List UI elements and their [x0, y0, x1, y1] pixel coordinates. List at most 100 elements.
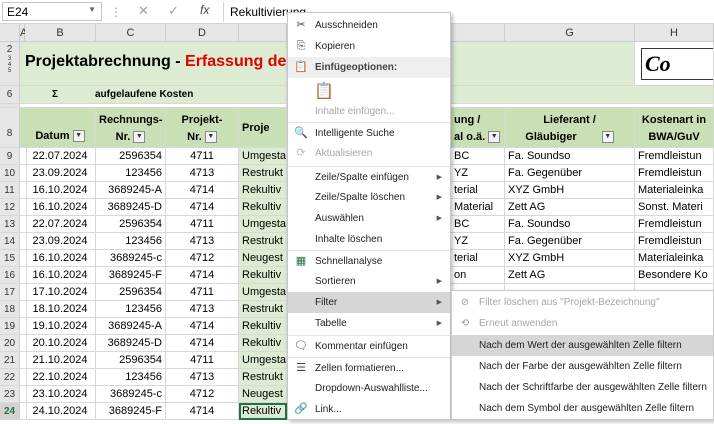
table-cell-proj[interactable]: 4713	[166, 233, 239, 250]
table-cell-bez[interactable]: Neugest	[239, 386, 287, 403]
menu-item-link[interactable]: 🔗 Link...	[288, 399, 450, 420]
row-header[interactable]: 9	[0, 148, 20, 165]
table-cell-datum[interactable]: 22.10.2024	[25, 369, 96, 386]
menu-item-select[interactable]: Auswählen ▶	[288, 208, 450, 229]
table-cell-kost[interactable]: Sonst. Materi	[635, 199, 714, 216]
menu-item-insert-cells[interactable]: Zeile/Spalte einfügen ▶	[288, 166, 450, 187]
table-cell-datum[interactable]: 23.10.2024	[25, 386, 96, 403]
table-cell-kost[interactable]: Materialeinka	[635, 182, 714, 199]
submenu-item-filter-by-font-color[interactable]: Nach der Schriftfarbe der ausgewählten Z…	[452, 377, 713, 398]
table-cell-datum[interactable]: 23.09.2024	[25, 165, 96, 182]
chevron-down-icon[interactable]: ▼	[88, 5, 96, 14]
row-header[interactable]: 20	[0, 335, 20, 352]
table-cell-ung[interactable]: YZ	[451, 233, 505, 250]
enter-icon[interactable]: ✓	[168, 3, 179, 19]
table-cell-bez[interactable]: Restrukt	[239, 233, 287, 250]
row-header[interactable]: 23	[0, 386, 20, 403]
header-rechnung[interactable]: ung / al o.ä. ▼	[451, 108, 505, 148]
row-header-5[interactable]: 5	[0, 68, 19, 74]
table-cell-ung[interactable]: terial	[451, 182, 505, 199]
table-cell-ung[interactable]: on	[451, 267, 505, 284]
row-header[interactable]: 19	[0, 318, 20, 335]
table-cell-ung[interactable]: BC	[451, 216, 505, 233]
header-projekt-bezeichnung[interactable]: Proje	[239, 108, 287, 148]
table-cell-datum[interactable]: 23.09.2024	[25, 233, 96, 250]
table-cell-proj[interactable]: 4714	[166, 267, 239, 284]
table-cell-bez[interactable]: Umgesta	[239, 352, 287, 369]
table-cell-lief[interactable]: XYZ GmbH	[505, 250, 635, 267]
row-header-2[interactable]: 2	[0, 44, 19, 56]
table-cell-kost[interactable]: Fremdleistun	[635, 216, 714, 233]
table-cell-re[interactable]: 3689245-A	[96, 318, 166, 335]
table-cell-re[interactable]: 3689245-F	[96, 267, 166, 284]
table-cell-re[interactable]: 2596354	[96, 216, 166, 233]
filter-dropdown-icon[interactable]: ▼	[133, 131, 146, 144]
filter-dropdown-icon[interactable]: ▼	[204, 131, 217, 144]
table-cell-bez[interactable]: Restrukt	[239, 301, 287, 318]
menu-item-refresh[interactable]: ⟳ Aktualisieren	[288, 143, 450, 164]
table-cell-ung[interactable]: terial	[451, 250, 505, 267]
table-cell-bez[interactable]: Umgesta	[239, 216, 287, 233]
table-cell-re[interactable]: 3689245-D	[96, 335, 166, 352]
column-header-h[interactable]: H	[635, 24, 714, 42]
table-cell-re[interactable]: 123456	[96, 301, 166, 318]
menu-item-dropdown-list[interactable]: Dropdown-Auswahlliste...	[288, 378, 450, 399]
row-header-group-2-5[interactable]: 2 3 4 5	[0, 42, 20, 86]
table-cell-bez[interactable]: Restrukt	[239, 165, 287, 182]
row-header[interactable]: 21	[0, 352, 20, 369]
menu-item-cut[interactable]: ✂ Ausschneiden	[288, 15, 450, 36]
filter-dropdown-icon[interactable]: ▼	[488, 131, 501, 144]
row-header[interactable]: 13	[0, 216, 20, 233]
table-cell-proj[interactable]: 4714	[166, 403, 239, 420]
filter-dropdown-icon[interactable]: ▼	[72, 130, 85, 143]
table-cell-datum[interactable]: 16.10.2024	[25, 182, 96, 199]
table-cell-bez[interactable]: Rekultiv	[239, 403, 287, 420]
table-cell-datum[interactable]: 24.10.2024	[25, 403, 96, 420]
table-cell-re[interactable]: 3689245-A	[96, 182, 166, 199]
table-cell-lief[interactable]: XYZ GmbH	[505, 182, 635, 199]
table-cell-datum[interactable]: 22.07.2024	[25, 148, 96, 165]
row-header[interactable]: 11	[0, 182, 20, 199]
table-cell-bez[interactable]: Rekultiv	[239, 182, 287, 199]
menu-item-insert-comment[interactable]: 🗨 Kommentar einfügen	[288, 335, 450, 356]
table-cell-proj[interactable]: 4711	[166, 216, 239, 233]
submenu-item-reapply[interactable]: ⟲ Erneut anwenden	[452, 313, 713, 334]
submenu-item-clear-filter[interactable]: ⊘ Filter löschen aus "Projekt-Bezeichnung…	[452, 292, 713, 313]
table-cell-re[interactable]: 2596354	[96, 352, 166, 369]
filter-dropdown-icon[interactable]: ▼	[601, 131, 614, 144]
column-header-c[interactable]: C	[96, 24, 166, 42]
header-datum[interactable]: Datum ▼	[25, 108, 96, 148]
header-rechnungs-nr[interactable]: Rechnungs- Nr. ▼	[96, 108, 166, 148]
table-cell-proj[interactable]: 4711	[166, 148, 239, 165]
table-cell-proj[interactable]: 4713	[166, 369, 239, 386]
column-header-b[interactable]: B	[25, 24, 96, 42]
table-cell-kost[interactable]: Besondere Ko	[635, 267, 714, 284]
menu-item-smart-lookup[interactable]: 🔍 Intelligente Suche	[288, 122, 450, 143]
menu-item-delete-cells[interactable]: Zeile/Spalte löschen ▶	[288, 187, 450, 208]
table-cell-bez[interactable]: Umgesta	[239, 148, 287, 165]
table-cell-datum[interactable]: 22.07.2024	[25, 216, 96, 233]
table-cell-proj[interactable]: 4714	[166, 335, 239, 352]
select-all-corner[interactable]	[0, 24, 20, 42]
table-cell-bez[interactable]: Rekultiv	[239, 335, 287, 352]
table-cell-bez[interactable]: Rekultiv	[239, 267, 287, 284]
table-cell-bez[interactable]: Restrukt	[239, 369, 287, 386]
table-cell-datum[interactable]: 20.10.2024	[25, 335, 96, 352]
row-header[interactable]: 16	[0, 267, 20, 284]
row-header[interactable]: 10	[0, 165, 20, 182]
title-cell[interactable]: Projektabrechnung - Erfassung der K	[20, 42, 287, 86]
table-cell-kost[interactable]: Fremdleistun	[635, 165, 714, 182]
table-cell-proj[interactable]: 4711	[166, 284, 239, 301]
table-cell-proj[interactable]: 4712	[166, 250, 239, 267]
row-header[interactable]: 22	[0, 369, 20, 386]
table-cell-bez[interactable]: Umgesta	[239, 284, 287, 301]
table-cell-proj[interactable]: 4714	[166, 199, 239, 216]
table-cell-lief[interactable]: Zett AG	[505, 267, 635, 284]
table-cell-re[interactable]: 3689245-D	[96, 199, 166, 216]
table-cell-re[interactable]: 2596354	[96, 284, 166, 301]
menu-item-sort[interactable]: Sortieren ▶	[288, 271, 450, 292]
table-cell-kost[interactable]: Materialeinka	[635, 250, 714, 267]
table-cell-datum[interactable]: 16.10.2024	[25, 267, 96, 284]
table-cell-ung[interactable]: BC	[451, 148, 505, 165]
row-header-6[interactable]: 6	[0, 86, 20, 104]
